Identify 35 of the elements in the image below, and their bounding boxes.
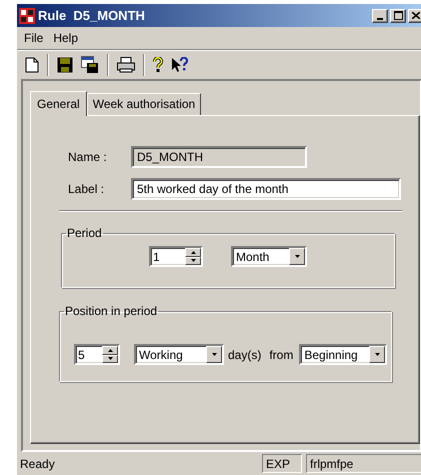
status-pane: EXP: [262, 454, 302, 473]
new-document-icon[interactable]: [25, 56, 39, 72]
help-icon[interactable]: [153, 56, 163, 72]
status-message: Ready: [19, 456, 56, 470]
dropdown-field[interactable]: Working: [134, 344, 224, 365]
tab[interactable]: General: [30, 91, 87, 116]
maximize-button[interactable]: [390, 8, 406, 22]
spin-up-icon[interactable]: [185, 248, 201, 256]
field-label: day(s): [228, 348, 262, 362]
close-button[interactable]: [408, 8, 421, 22]
maximize-icon: [394, 11, 402, 20]
spin-field[interactable]: 1: [149, 246, 203, 267]
field-label: from: [269, 348, 294, 362]
field-label: Label :: [67, 182, 106, 196]
window-title: Rule D5_MONTH: [38, 8, 146, 23]
group-title: Period: [66, 226, 103, 240]
status-pane: frlpmfpe: [306, 454, 421, 473]
field-label: Name :: [67, 150, 108, 164]
close-icon: [412, 12, 420, 19]
spin-field[interactable]: 5: [74, 344, 120, 365]
minimize-button[interactable]: [372, 8, 388, 22]
dropdown-field[interactable]: Beginning: [299, 344, 388, 365]
text-field[interactable]: 5th worked day of the month: [131, 178, 401, 200]
dropdown-field[interactable]: Month: [231, 246, 307, 267]
printer-icon[interactable]: [117, 56, 135, 72]
group-title: Position in period: [64, 304, 158, 318]
menu-item[interactable]: File: [21, 31, 50, 45]
menu-item[interactable]: Help: [50, 31, 86, 45]
app-icon: [19, 8, 35, 24]
save-icon[interactable]: [57, 56, 73, 72]
save-all-icon[interactable]: [81, 56, 99, 74]
spin-up-icon[interactable]: [102, 346, 118, 354]
pointer-help-icon[interactable]: [171, 56, 189, 72]
tab[interactable]: Week authorisation: [86, 93, 202, 115]
minimize-icon: [377, 18, 383, 20]
